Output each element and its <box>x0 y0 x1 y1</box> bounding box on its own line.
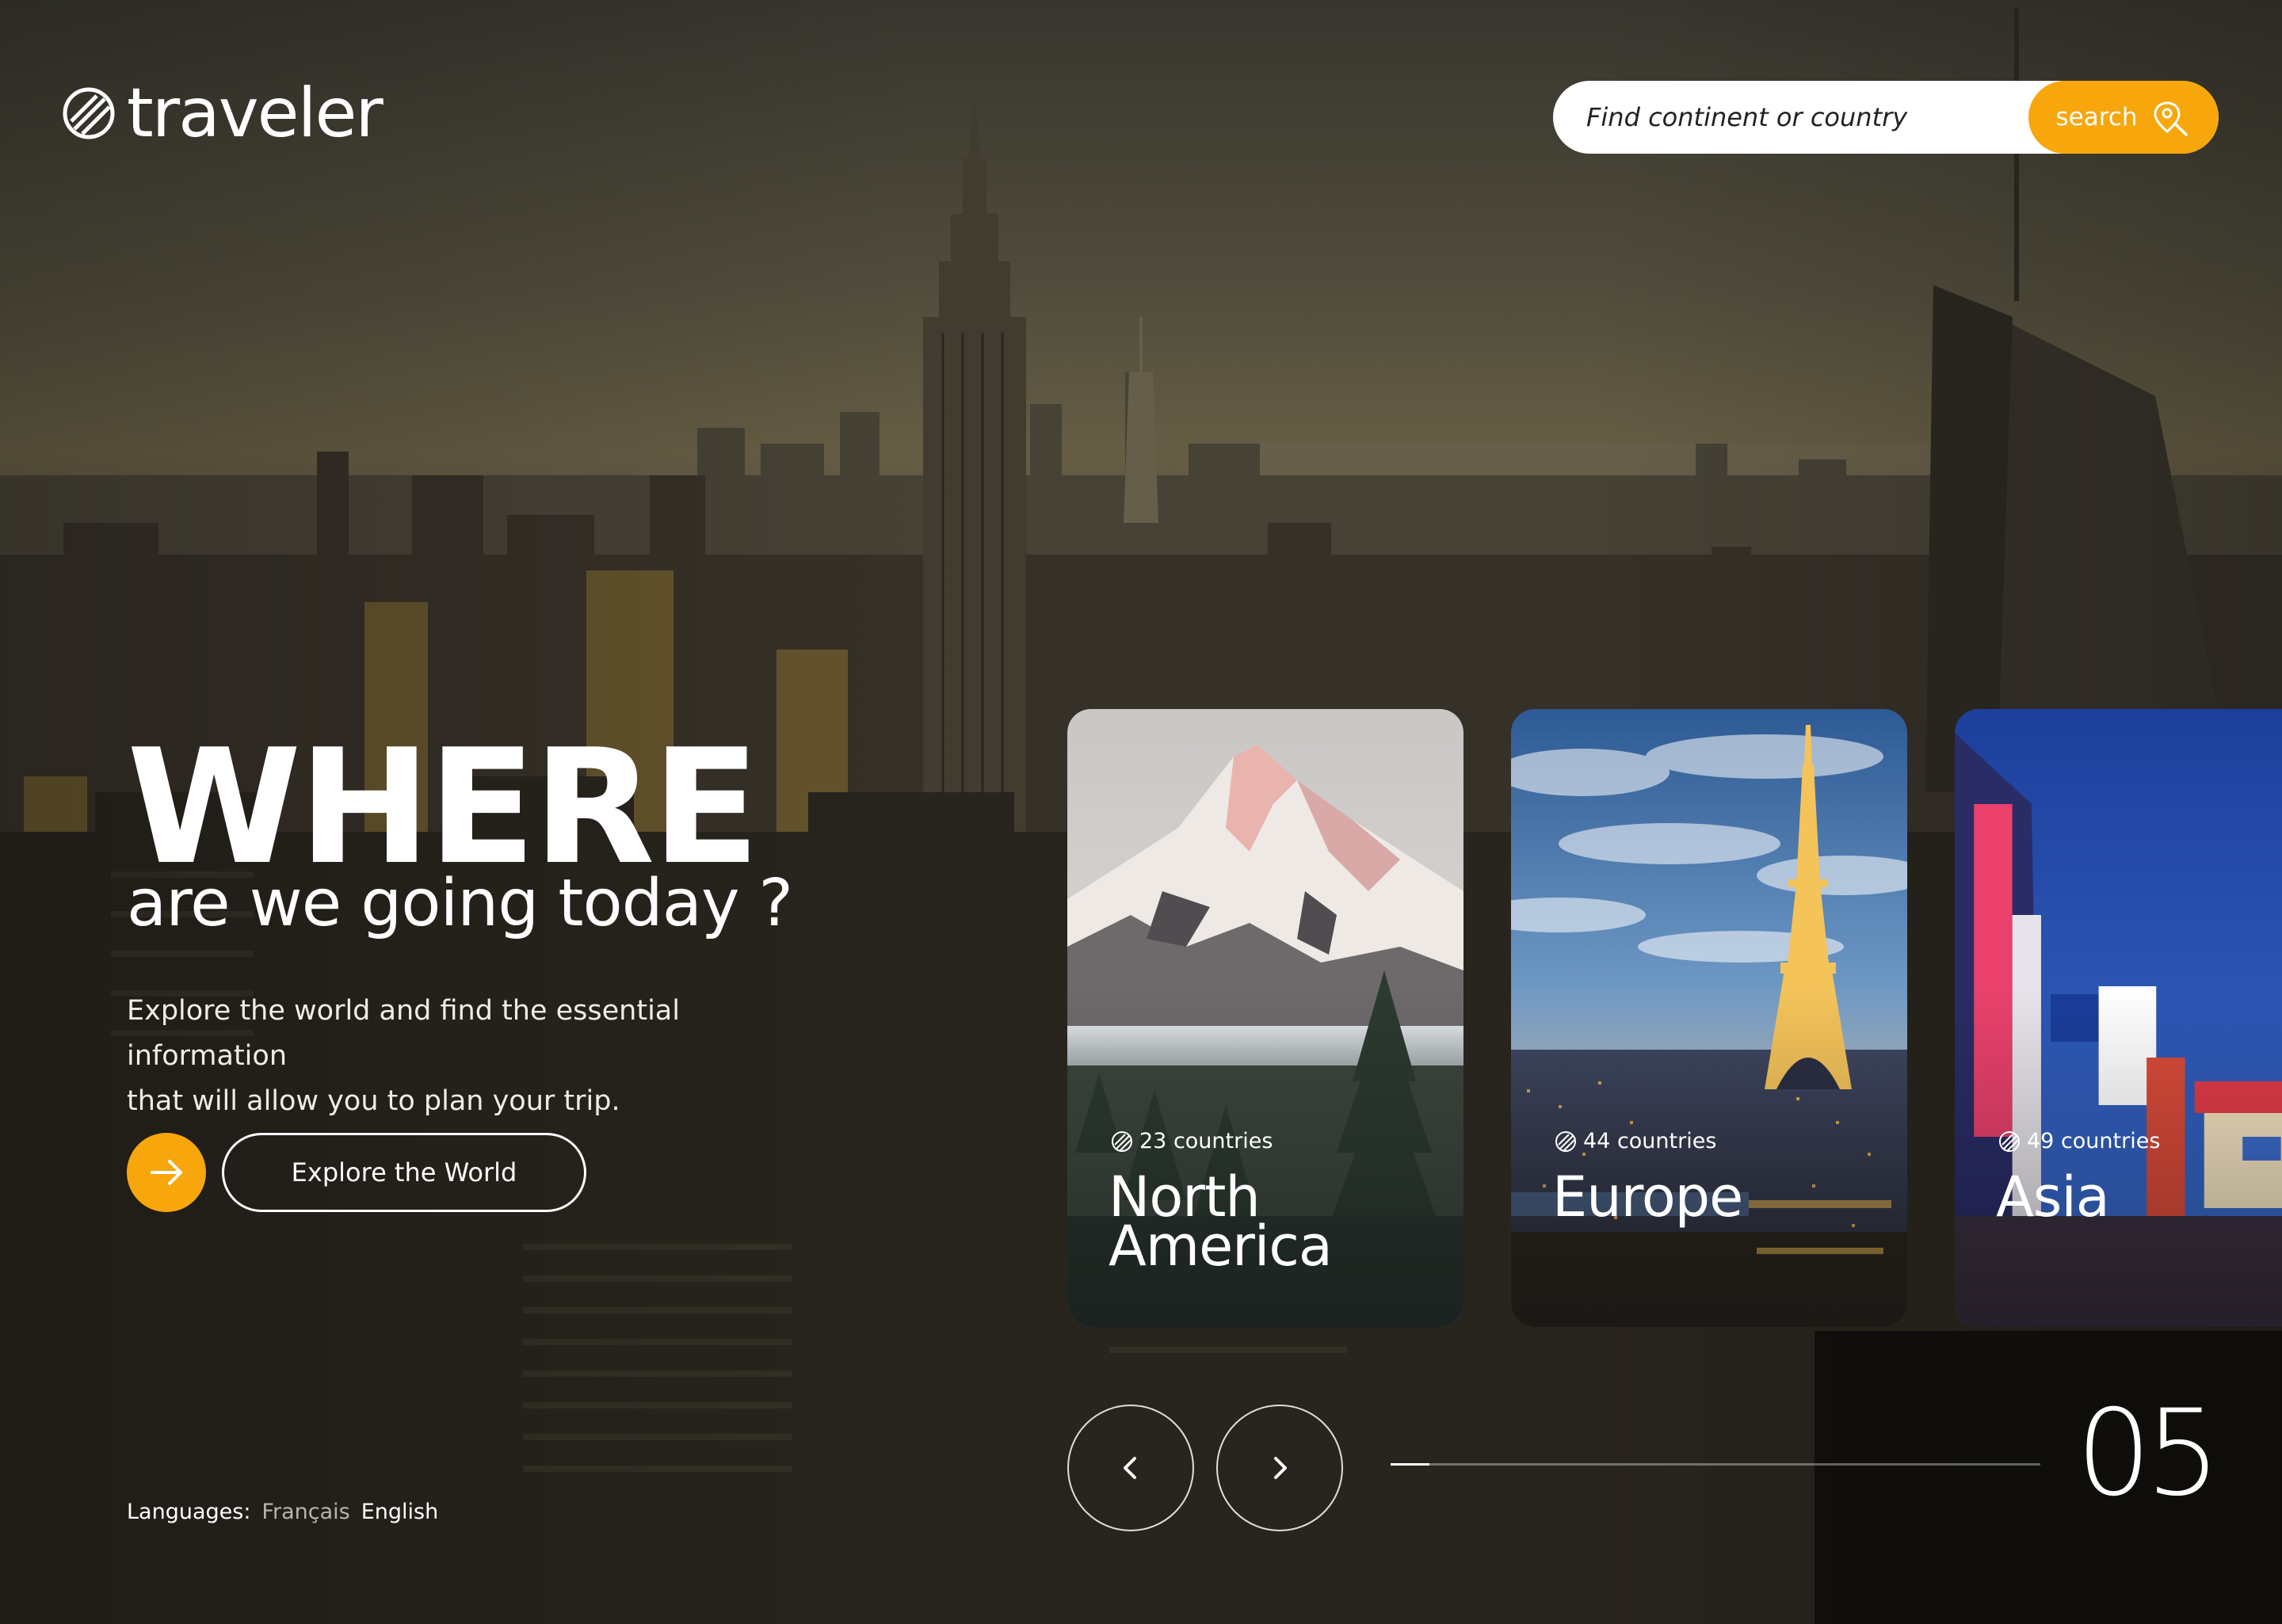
card-count-text: 49 countries <box>2027 1129 2161 1153</box>
search-bar: search <box>1553 81 2219 154</box>
card-continent-name: Europe <box>1552 1165 1885 1229</box>
card-continent-name: North America <box>1109 1169 1441 1279</box>
slider-next-button[interactable] <box>1216 1405 1343 1531</box>
card-name-line: Europe <box>1552 1165 1743 1229</box>
hero-description: Explore the world and find the essential… <box>127 989 840 1124</box>
slider-progress-fill <box>1391 1463 1430 1466</box>
slider-progress-track <box>1391 1463 2040 1466</box>
globe-icon <box>1999 1130 2020 1152</box>
hero-description-line: that will allow you to plan your trip. <box>127 1085 620 1117</box>
language-switcher: Languages: Français English <box>127 1500 438 1524</box>
chevron-right-icon <box>1274 1457 1287 1479</box>
languages-label: Languages: <box>127 1500 251 1524</box>
card-count-text: 44 countries <box>1583 1129 1717 1153</box>
arrow-right-icon <box>151 1160 182 1185</box>
search-button[interactable]: search <box>2028 81 2219 154</box>
card-name-line: America <box>1109 1214 1333 1279</box>
card-name-line: Asia <box>1996 1165 2110 1229</box>
search-input[interactable] <box>1553 81 2028 154</box>
brand-name: traveler <box>127 74 384 153</box>
slide-number: 05 <box>2076 1385 2221 1523</box>
continent-card-europe[interactable]: 44 countries Europe <box>1511 709 1907 1327</box>
hero-description-line: Explore the world and find the essential… <box>127 995 680 1072</box>
explore-world-button[interactable]: Explore the World <box>222 1133 586 1212</box>
card-continent-name: Asia <box>1996 1165 2282 1229</box>
hero-subtitle: are we going today ? <box>127 866 793 941</box>
language-option-francais[interactable]: Français <box>261 1500 349 1524</box>
card-count-text: 23 countries <box>1139 1129 1273 1153</box>
map-pin-search-icon <box>2154 101 2189 136</box>
search-button-label: search <box>2055 103 2138 132</box>
globe-icon <box>1555 1130 1576 1152</box>
brand-logo[interactable]: traveler <box>62 74 384 153</box>
globe-icon <box>63 87 115 139</box>
card-country-count: 49 countries <box>1998 1129 2160 1153</box>
card-country-count: 44 countries <box>1555 1129 1716 1153</box>
card-country-count: 23 countries <box>1111 1129 1273 1153</box>
language-option-english[interactable]: English <box>361 1500 439 1524</box>
chevron-left-icon <box>1124 1457 1136 1479</box>
globe-icon <box>1112 1130 1132 1152</box>
continent-card-north-america[interactable]: 23 countries North America <box>1067 709 1463 1327</box>
continent-card-asia[interactable]: 49 countries Asia <box>1955 709 2282 1327</box>
hero-title: WHERE <box>127 715 760 900</box>
slider-prev-button[interactable] <box>1067 1405 1194 1531</box>
explore-arrow-button[interactable] <box>127 1133 206 1212</box>
